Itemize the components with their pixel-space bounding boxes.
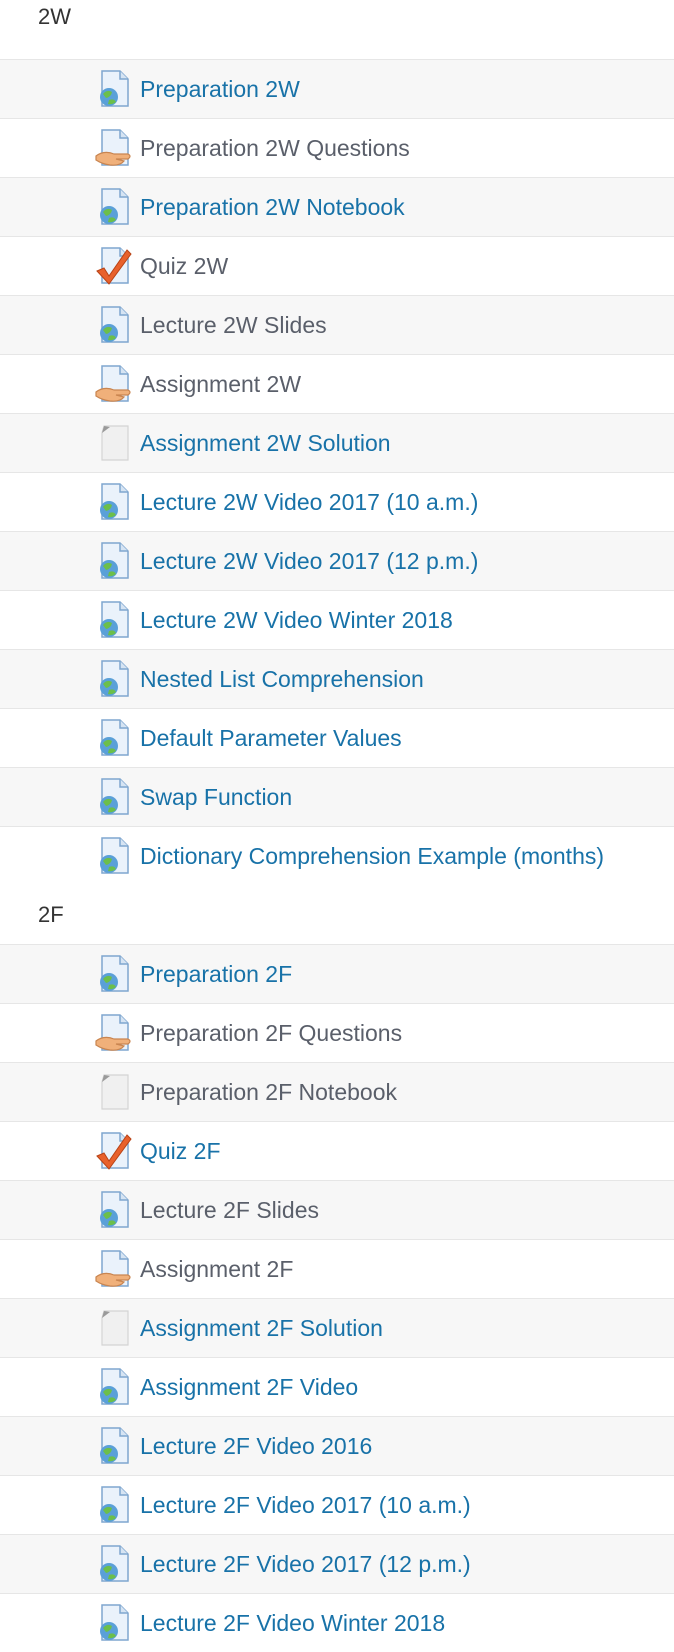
activity-link[interactable]: Dictionary Comprehension Example (months… xyxy=(140,843,604,870)
activity-row[interactable]: Lecture 2W Slides xyxy=(0,295,674,354)
quiz-check-icon xyxy=(96,247,132,285)
url-globe-icon xyxy=(100,778,129,815)
activity-row[interactable]: Preparation 2F xyxy=(0,944,674,1003)
activity-list: Preparation 2W Preparation 2W Questions Pr… xyxy=(0,59,674,885)
section-2f: 2F Preparation 2F Preparation 2F Question… xyxy=(0,885,674,1652)
url-globe-icon xyxy=(100,1486,129,1523)
activity-row[interactable]: Dictionary Comprehension Example (months… xyxy=(0,826,674,885)
section-title: 2W xyxy=(38,4,71,29)
activity-row[interactable]: Assignment 2F xyxy=(0,1239,674,1298)
url-globe-icon xyxy=(100,483,129,520)
activity-link[interactable]: Quiz 2F xyxy=(140,1138,221,1165)
url-globe-icon xyxy=(100,70,129,107)
url-globe-icon xyxy=(100,837,129,874)
activity-row[interactable]: Preparation 2F Questions xyxy=(0,1003,674,1062)
activity-row[interactable]: Lecture 2F Slides xyxy=(0,1180,674,1239)
activity-link[interactable]: Preparation 2W Notebook xyxy=(140,194,405,221)
activity-link[interactable]: Lecture 2F Video Winter 2018 xyxy=(140,1610,445,1637)
activity-row[interactable]: Quiz 2F xyxy=(0,1121,674,1180)
activity-row[interactable]: Preparation 2W Notebook xyxy=(0,177,674,236)
activity-link[interactable]: Lecture 2W Video 2017 (12 p.m.) xyxy=(140,548,478,575)
activity-list: Preparation 2F Preparation 2F Questions Pr… xyxy=(0,944,674,1652)
assignment-hand-icon xyxy=(95,365,131,402)
activity-link[interactable]: Preparation 2F Notebook xyxy=(140,1079,397,1106)
activity-row[interactable]: Lecture 2W Video 2017 (12 p.m.) xyxy=(0,531,674,590)
section-title: 2F xyxy=(38,901,64,927)
activity-row[interactable]: Assignment 2W Solution xyxy=(0,413,674,472)
activity-link[interactable]: Preparation 2F xyxy=(140,961,292,988)
url-globe-icon xyxy=(100,1604,129,1641)
activity-row[interactable]: Assignment 2F Solution xyxy=(0,1298,674,1357)
url-globe-icon xyxy=(100,660,129,697)
url-globe-icon xyxy=(100,601,129,638)
url-globe-icon xyxy=(100,542,129,579)
activity-link[interactable]: Lecture 2W Video 2017 (10 a.m.) xyxy=(140,489,478,516)
activity-link[interactable]: Assignment 2W xyxy=(140,371,301,398)
activity-row[interactable]: Preparation 2F Notebook xyxy=(0,1062,674,1121)
assignment-hand-icon xyxy=(95,1014,131,1051)
assignment-hand-icon xyxy=(95,1250,131,1287)
url-globe-icon xyxy=(100,306,129,343)
url-globe-icon xyxy=(100,1191,129,1228)
quiz-check-icon xyxy=(96,1132,132,1170)
activity-link[interactable]: Lecture 2F Video 2016 xyxy=(140,1433,372,1460)
assignment-hand-icon xyxy=(95,129,131,166)
url-globe-icon xyxy=(100,188,129,225)
activity-link[interactable]: Default Parameter Values xyxy=(140,725,402,752)
activity-row[interactable]: Assignment 2F Video xyxy=(0,1357,674,1416)
activity-row[interactable]: Lecture 2W Video 2017 (10 a.m.) xyxy=(0,472,674,531)
activity-link[interactable]: Swap Function xyxy=(140,784,292,811)
activity-link[interactable]: Preparation 2F Questions xyxy=(140,1020,402,1047)
activity-link[interactable]: Quiz 2W xyxy=(140,253,228,280)
section-2w: 2W Preparation 2W Preparation 2W Question… xyxy=(0,0,674,885)
file-blank-icon xyxy=(101,1074,129,1110)
file-blank-icon xyxy=(101,1310,129,1346)
activity-row[interactable]: Lecture 2F Video 2016 xyxy=(0,1416,674,1475)
activity-row[interactable]: Lecture 2F Video Winter 2018 xyxy=(0,1593,674,1652)
activity-link[interactable]: Lecture 2F Video 2017 (12 p.m.) xyxy=(140,1551,471,1578)
url-globe-icon xyxy=(100,955,129,992)
activity-link[interactable]: Lecture 2W Slides xyxy=(140,312,327,339)
activity-link[interactable]: Preparation 2W Questions xyxy=(140,135,410,162)
activity-row[interactable]: Nested List Comprehension xyxy=(0,649,674,708)
url-globe-icon xyxy=(100,1427,129,1464)
activity-link[interactable]: Nested List Comprehension xyxy=(140,666,424,693)
activity-link[interactable]: Assignment 2W Solution xyxy=(140,430,391,457)
activity-link[interactable]: Lecture 2W Video Winter 2018 xyxy=(140,607,453,634)
url-globe-icon xyxy=(100,1368,129,1405)
activity-row[interactable]: Lecture 2W Video Winter 2018 xyxy=(0,590,674,649)
activity-row[interactable]: Preparation 2W Questions xyxy=(0,118,674,177)
activity-row[interactable]: Swap Function xyxy=(0,767,674,826)
activity-row[interactable]: Default Parameter Values xyxy=(0,708,674,767)
activity-row[interactable]: Lecture 2F Video 2017 (12 p.m.) xyxy=(0,1534,674,1593)
activity-link[interactable]: Lecture 2F Slides xyxy=(140,1197,319,1224)
activity-link[interactable]: Preparation 2W xyxy=(140,76,300,103)
activity-row[interactable]: Preparation 2W xyxy=(0,59,674,118)
url-globe-icon xyxy=(100,1545,129,1582)
file-blank-icon xyxy=(101,425,129,461)
activity-link[interactable]: Assignment 2F xyxy=(140,1256,293,1283)
activity-link[interactable]: Lecture 2F Video 2017 (10 a.m.) xyxy=(140,1492,471,1519)
activity-link[interactable]: Assignment 2F Solution xyxy=(140,1315,383,1342)
url-globe-icon xyxy=(100,719,129,756)
activity-link[interactable]: Assignment 2F Video xyxy=(140,1374,358,1401)
activity-row[interactable]: Lecture 2F Video 2017 (10 a.m.) xyxy=(0,1475,674,1534)
activity-row[interactable]: Quiz 2W xyxy=(0,236,674,295)
activity-row[interactable]: Assignment 2W xyxy=(0,354,674,413)
